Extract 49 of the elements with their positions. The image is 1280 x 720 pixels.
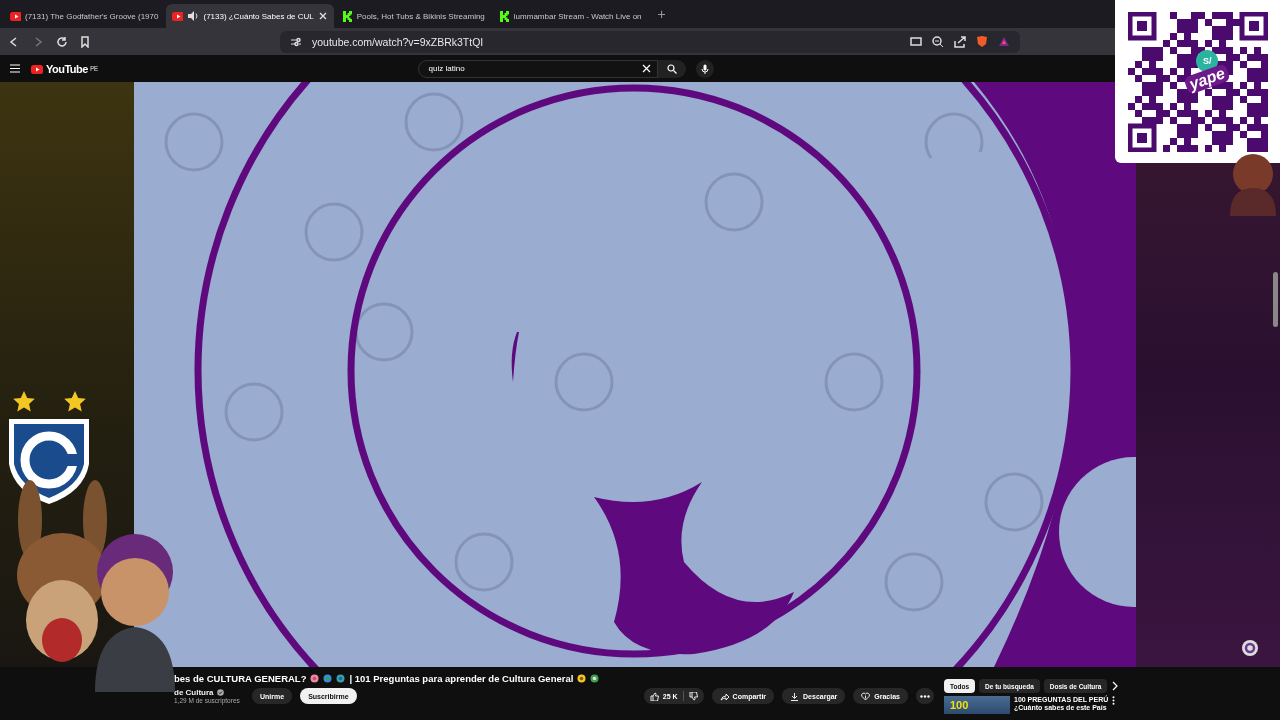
share-icon	[719, 691, 729, 701]
club-shield-icon	[6, 416, 92, 506]
star-icon	[63, 390, 87, 413]
more-icon	[920, 694, 930, 698]
video-title: | 101 Preguntas para aprender de Cultura General	[349, 673, 574, 684]
more-button[interactable]	[916, 688, 934, 704]
search-button[interactable]	[657, 59, 686, 78]
search-value: quiz latino	[428, 64, 465, 73]
video-title: bes de CULTURA GENERAL?	[174, 673, 307, 684]
video-thumbnail[interactable]: 100	[944, 696, 1010, 714]
browser-tab[interactable]: (7131) The Godfather's Groove (1970	[4, 4, 165, 28]
play-logo-icon	[172, 10, 184, 22]
play-logo-icon	[30, 62, 44, 75]
star-icon	[12, 390, 36, 413]
share-icon[interactable]	[954, 35, 966, 48]
url-text: youtube.com/watch?v=9xZBRk3TtQI	[312, 35, 484, 48]
heart-icon	[861, 691, 871, 701]
thumbs-up-icon	[649, 691, 659, 701]
download-icon	[790, 691, 800, 701]
k-logo-icon	[498, 10, 510, 22]
scrollbar-thumb[interactable]	[1273, 272, 1278, 327]
play-logo-icon	[10, 10, 21, 22]
voice-search-button[interactable]	[695, 59, 714, 78]
k-logo-icon	[341, 10, 353, 22]
more-icon[interactable]	[1112, 696, 1116, 705]
avatar-silhouette	[1228, 152, 1278, 216]
close-icon[interactable]	[641, 64, 651, 73]
browser-tab[interactable]: lummambar Stream - Watch Live on	[492, 4, 648, 28]
channel-name[interactable]: de Cultura	[174, 688, 214, 697]
menu-icon[interactable]	[10, 64, 20, 73]
circular-logo-icon	[1241, 639, 1259, 657]
thumbs-down-icon[interactable]	[688, 691, 698, 701]
microphone-icon	[700, 63, 709, 74]
browser-tab[interactable]: (7133) ¿Cuánto Sabes de CUL	[166, 4, 334, 28]
bookmark-icon[interactable]	[80, 35, 90, 48]
speaker-icon[interactable]	[187, 10, 200, 22]
new-tab-button[interactable]: +	[649, 6, 674, 22]
site-settings-icon[interactable]	[290, 36, 302, 47]
reload-icon[interactable]	[56, 35, 68, 48]
search-icon	[666, 63, 677, 74]
triangle-logo-icon[interactable]	[998, 36, 1010, 47]
close-icon[interactable]	[317, 11, 328, 21]
zoom-out-icon[interactable]	[932, 35, 944, 48]
address-bar[interactable]: youtube.com/watch?v=9xZBRk3TtQI	[280, 30, 1020, 53]
cast-icon[interactable]	[910, 36, 922, 47]
search-field[interactable]: quiz latino	[417, 59, 658, 78]
logo-text[interactable]: YouTube	[46, 62, 88, 75]
browser-tab[interactable]: Pools, Hot Tubs & Bikinis Streaming	[335, 4, 491, 28]
chevron-right-icon[interactable]	[1111, 681, 1120, 691]
